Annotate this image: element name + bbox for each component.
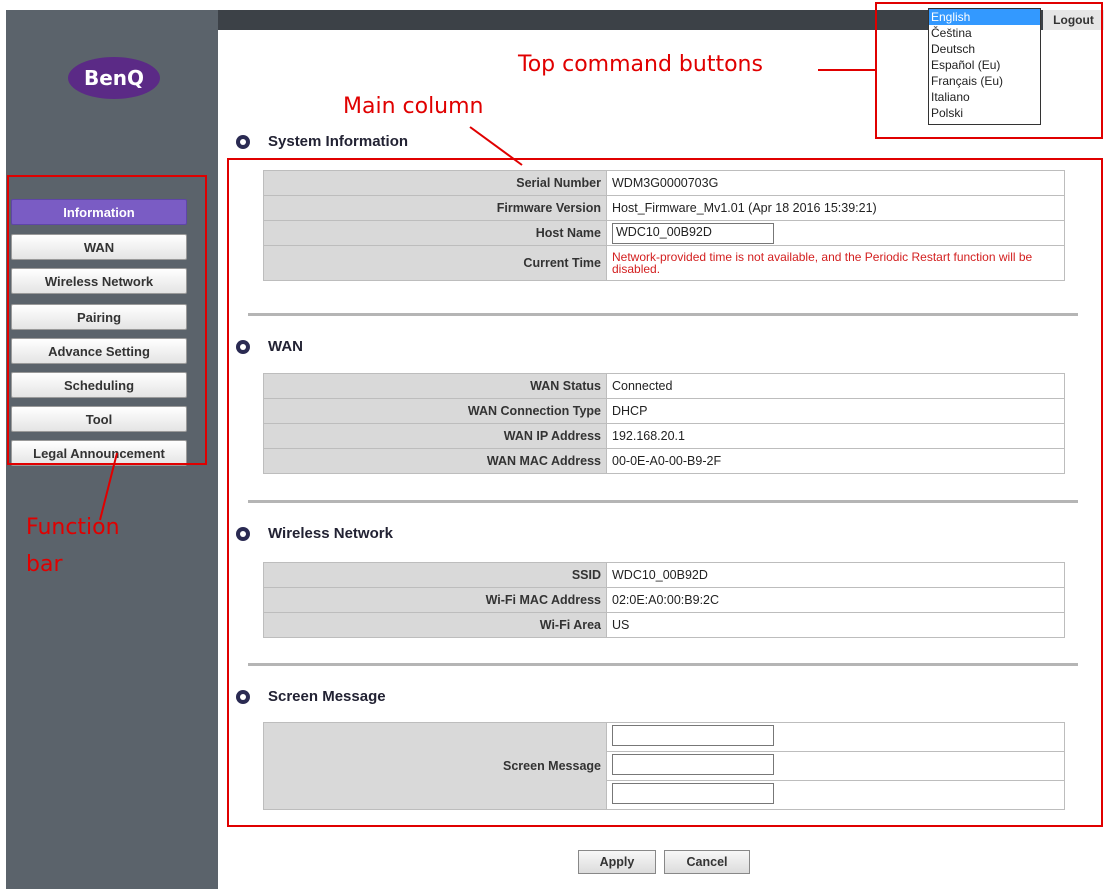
annotation-function-bar-line2: bar <box>26 552 63 577</box>
annotation-arrows <box>99 69 875 521</box>
annotation-function-bar-line1: Function <box>26 515 120 540</box>
annotation-top-command-buttons: Top command buttons <box>518 52 763 77</box>
annotation-main-column: Main column <box>343 94 484 119</box>
